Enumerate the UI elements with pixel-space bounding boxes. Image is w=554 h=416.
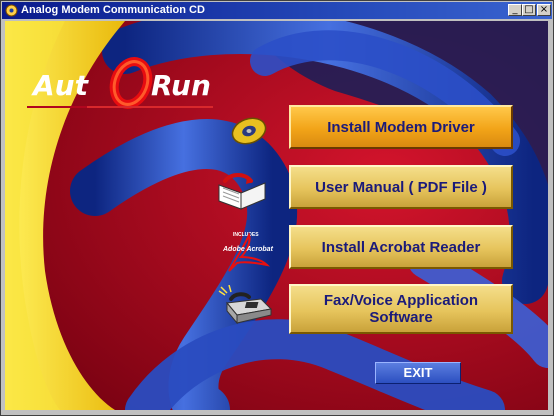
logo-text-run: Run xyxy=(151,69,211,102)
install-acrobat-reader-label: Install Acrobat Reader xyxy=(321,238,481,256)
title-bar[interactable]: Analog Modem Communication CD _ □ × xyxy=(2,2,552,19)
adobe-acrobat-icon: INCLUDES Adobe Acrobat xyxy=(222,231,274,272)
user-manual-label: User Manual ( PDF File ) xyxy=(315,178,487,196)
fax-voice-label-line1: Fax/Voice Application xyxy=(323,292,479,309)
svg-text:Adobe Acrobat: Adobe Acrobat xyxy=(222,246,274,253)
install-modem-driver-label: Install Modem Driver xyxy=(327,118,475,136)
fax-machine-icon xyxy=(218,285,273,325)
maximize-button[interactable]: □ xyxy=(522,4,536,16)
window-title: Analog Modem Communication CD xyxy=(21,4,205,16)
autorun-logo: Aut Run xyxy=(27,57,213,109)
close-button[interactable]: × xyxy=(537,4,551,16)
open-book-icon xyxy=(218,173,266,210)
fax-voice-label-line2: Software xyxy=(369,309,433,326)
exit-button[interactable]: EXIT xyxy=(375,362,461,384)
install-modem-driver-button[interactable]: Install Modem Driver xyxy=(289,105,513,149)
user-manual-button[interactable]: User Manual ( PDF File ) xyxy=(289,165,513,209)
install-acrobat-reader-button[interactable]: Install Acrobat Reader xyxy=(289,225,513,269)
app-icon xyxy=(5,4,18,17)
svg-text:INCLUDES: INCLUDES xyxy=(233,232,259,238)
autorun-content: Aut Run INCLUDES Adobe Acrobat Install M… xyxy=(5,21,548,410)
cd-disc-icon xyxy=(231,117,267,145)
logo-text-aut: Aut xyxy=(31,69,90,102)
minimize-button[interactable]: _ xyxy=(508,4,522,16)
fax-voice-software-button[interactable]: Fax/Voice Application Software xyxy=(289,284,513,334)
autorun-window: Analog Modem Communication CD _ □ × Aut … xyxy=(0,0,554,416)
